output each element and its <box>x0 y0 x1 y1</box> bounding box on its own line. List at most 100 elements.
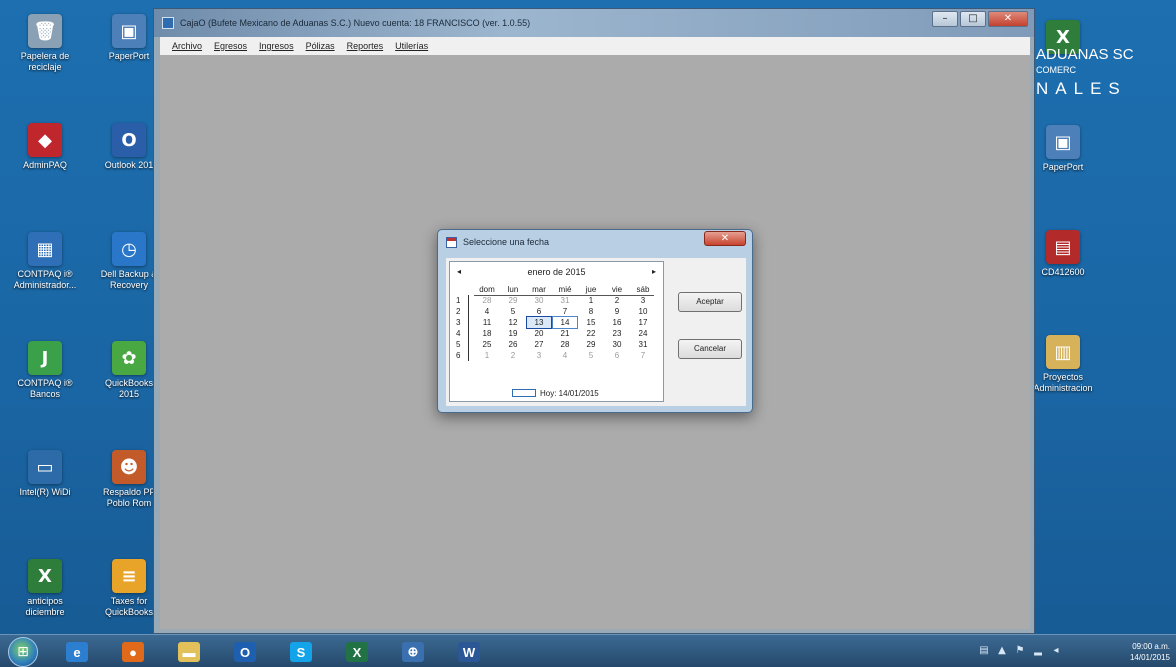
month-calendar: ◂ enero de 2015 ▸ dom lun mar mié jue vi… <box>449 261 664 402</box>
calendar-day[interactable]: 3 <box>630 295 656 306</box>
calendar-day[interactable]: 7 <box>630 350 656 361</box>
desktop-shortcut[interactable]: ▭ Intel(R) WiDi <box>12 450 78 498</box>
tray-icon[interactable]: ▂ <box>1032 645 1044 657</box>
calendar-day[interactable]: 27 <box>526 339 552 350</box>
calendar-day[interactable]: 16 <box>604 317 630 328</box>
calendar-day[interactable]: 11 <box>474 317 500 328</box>
menu-utilerias[interactable]: Utilerías <box>395 41 428 51</box>
clock[interactable]: 09:00 a.m. 14/01/2015 <box>1130 641 1170 663</box>
calendar-day[interactable]: 30 <box>604 339 630 350</box>
menu-archivo[interactable]: Archivo <box>172 41 202 51</box>
pdf-file-icon: ▤ <box>1046 230 1080 264</box>
banner-line-2: COMERC <box>1036 65 1076 75</box>
today-indicator[interactable]: Hoy: 14/01/2015 <box>512 387 599 399</box>
day-header-vie: vie <box>611 285 623 294</box>
minimize-button[interactable]: – <box>932 11 958 27</box>
desktop-shortcut[interactable]: ▦ CONTPAQ i® Administrador... <box>12 232 78 291</box>
calendar-day[interactable]: 4 <box>474 306 500 317</box>
intel-widi-icon: ▭ <box>28 450 62 484</box>
calendar-day[interactable]: 23 <box>604 328 630 339</box>
calendar-day[interactable]: 20 <box>526 328 552 339</box>
desktop-shortcut[interactable]: ▣ PaperPort <box>1030 125 1096 173</box>
desktop-shortcut[interactable]: 🗑 Papelera de reciclaje <box>12 14 78 73</box>
taskbar-firefox-button[interactable]: ● <box>114 638 152 666</box>
taskbar-skype-button[interactable]: S <box>282 638 320 666</box>
next-month-icon[interactable]: ▸ <box>648 262 660 282</box>
desktop-shortcut[interactable]: J CONTPAQ i® Bancos <box>12 341 78 400</box>
previous-month-icon[interactable]: ◂ <box>453 262 465 282</box>
tray-icon[interactable]: ⚑ <box>1014 645 1026 657</box>
calendar-day[interactable]: 15 <box>578 317 604 328</box>
calendar-day[interactable]: 19 <box>500 328 526 339</box>
tray-icon[interactable]: ▤ <box>978 645 990 657</box>
calendar-day[interactable]: 30 <box>526 295 552 306</box>
taskbar-excel-button[interactable]: X <box>338 638 376 666</box>
date-picker-dialog: Seleccione una fecha ✕ ◂ enero de 2015 ▸… <box>437 229 753 413</box>
menu-polizas[interactable]: Pólizas <box>306 41 335 51</box>
calendar-day[interactable]: 5 <box>500 306 526 317</box>
desktop-shortcut[interactable]: Xanticipos diciembre <box>12 559 78 618</box>
calendar-day[interactable]: 5 <box>578 350 604 361</box>
today-text: Hoy: 14/01/2015 <box>540 388 599 398</box>
desktop-shortcut[interactable]: ◆ AdminPAQ <box>12 123 78 171</box>
tray-icon[interactable]: ◂ <box>1050 645 1062 657</box>
taskbar-ie-button[interactable]: e <box>58 638 96 666</box>
clock-date: 14/01/2015 <box>1129 653 1170 662</box>
calendar-day[interactable]: 1 <box>578 295 604 306</box>
taskbar-explorer-button[interactable]: ▬ <box>170 638 208 666</box>
calendar-day[interactable]: 31 <box>630 339 656 350</box>
taskbar-word-button[interactable]: W <box>450 638 488 666</box>
calendar-day[interactable]: 6 <box>604 350 630 361</box>
today-marker <box>512 389 536 397</box>
calendar-week-row: 5 25 26 27 28 29 30 31 <box>456 339 660 350</box>
desktop-shortcut-label: Intel(R) WiDi <box>19 487 71 497</box>
cancel-button[interactable]: Cancelar <box>678 339 742 359</box>
calendar-day[interactable]: 31 <box>552 295 578 306</box>
calendar-day[interactable]: 25 <box>474 339 500 350</box>
calendar-day[interactable]: 29 <box>578 339 604 350</box>
calendar-day[interactable]: 28 <box>552 339 578 350</box>
menu-egresos[interactable]: Egresos <box>214 41 247 51</box>
calendar-day[interactable]: 4 <box>552 350 578 361</box>
desktop-shortcut[interactable]: ▥ Proyectos Administracion <box>1030 335 1096 394</box>
desktop-shortcut-label: Proyectos Administracion <box>1033 372 1093 393</box>
taskbar-outlook-button[interactable]: O <box>226 638 264 666</box>
calendar-day[interactable]: 24 <box>630 328 656 339</box>
app-titlebar[interactable]: CajaO (Bufete Mexicano de Aduanas S.C.) … <box>154 9 1034 37</box>
calendar-day[interactable]: 17 <box>630 317 656 328</box>
firefox-icon: ● <box>122 642 144 662</box>
calendar-day[interactable]: 26 <box>500 339 526 350</box>
calendar-day[interactable]: 8 <box>578 306 604 317</box>
month-label[interactable]: enero de 2015 <box>527 267 585 277</box>
calendar-week-row: 1 28 29 30 31 1 2 3 <box>456 295 660 306</box>
calendar-day[interactable]: 12 <box>500 317 526 328</box>
calendar-day[interactable]: 10 <box>630 306 656 317</box>
quickbooks-icon: ✿ <box>112 341 146 375</box>
desktop-shortcut-label: CONTPAQ i® Bancos <box>17 378 73 399</box>
calendar-day[interactable]: 2 <box>500 350 526 361</box>
start-button[interactable]: ⊞ <box>8 637 38 667</box>
calendar-day[interactable]: 3 <box>526 350 552 361</box>
accept-button[interactable]: Aceptar <box>678 292 742 312</box>
calendar-day[interactable]: 1 <box>474 350 500 361</box>
calendar-day[interactable]: 28 <box>474 295 500 306</box>
calendar-day[interactable]: 21 <box>552 328 578 339</box>
menu-reportes[interactable]: Reportes <box>347 41 384 51</box>
calendar-week-row: 4 18 19 20 21 22 23 24 <box>456 328 660 339</box>
maximize-button[interactable]: □ <box>960 11 986 27</box>
calendar-day[interactable]: 29 <box>500 295 526 306</box>
calendar-day[interactable]: 22 <box>578 328 604 339</box>
menu-ingresos[interactable]: Ingresos <box>259 41 294 51</box>
close-window-button[interactable]: ✕ <box>988 11 1028 27</box>
calendar-day[interactable]: 18 <box>474 328 500 339</box>
dialog-titlebar[interactable]: Seleccione una fecha ✕ <box>438 230 752 254</box>
calendar-day[interactable]: 9 <box>604 306 630 317</box>
calendar-week-row: 61234567 <box>456 350 660 361</box>
network-app-icon: ⊕ <box>402 642 424 662</box>
tray-icon[interactable]: ▲ <box>996 645 1008 657</box>
dialog-close-button[interactable]: ✕ <box>704 231 746 246</box>
calendar-day[interactable]: 2 <box>604 295 630 306</box>
desktop-shortcut-label: Papelera de reciclaje <box>20 51 70 72</box>
desktop-shortcut[interactable]: ▤ CD412600 <box>1030 230 1096 278</box>
taskbar-app-button[interactable]: ⊕ <box>394 638 432 666</box>
